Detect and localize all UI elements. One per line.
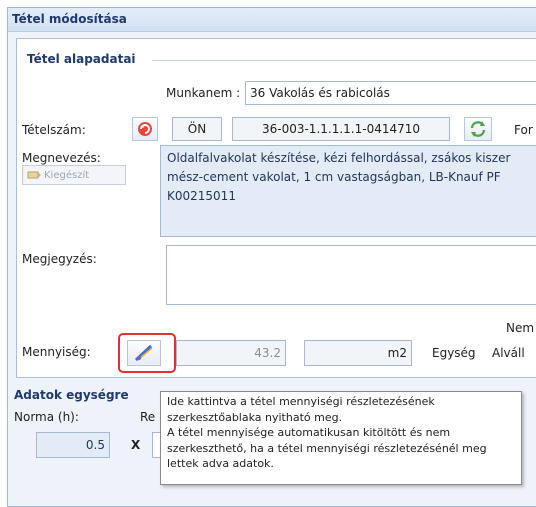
- pencil-icon: [27, 171, 41, 179]
- description-line: Oldalfalvakolat készítése, kézi felhordá…: [167, 151, 511, 165]
- egyseg-label: Egység: [432, 346, 476, 360]
- megnevezes-label: Megnevezés:: [22, 151, 101, 165]
- window-title: Tétel módosítása: [12, 12, 127, 26]
- measure-edit-icon: [134, 344, 153, 362]
- description-line: K00215011: [167, 189, 236, 203]
- tooltip-line: lettek adva adatok.: [167, 457, 274, 470]
- megjegyzes-label: Megjegyzés:: [22, 252, 97, 266]
- kiegeszit-button[interactable]: Kiegészít: [22, 165, 126, 185]
- mennyiseg-label: Mennyiség:: [22, 345, 91, 359]
- munkanem-field[interactable]: 36 Vakolás és rabicolás: [245, 81, 536, 105]
- norma-field[interactable]: 0.5: [36, 432, 110, 458]
- quantity-field[interactable]: 43.2: [176, 340, 286, 366]
- item-number-field[interactable]: 36-003-1.1.1.1.1-0414710: [232, 117, 450, 141]
- source-code-field[interactable]: ÖN: [172, 117, 222, 141]
- unit-data-legend: Adatok egységre: [14, 388, 129, 402]
- tooltip-line: Ide kattintva a tétel mennyiségi részlet…: [167, 395, 435, 408]
- quantity-details-tooltip: Ide kattintva a tétel mennyiségi részlet…: [160, 391, 522, 485]
- source-catalog-button[interactable]: [132, 117, 158, 141]
- megjegyzes-field[interactable]: [166, 245, 536, 305]
- description-line: mész-cement vakolat, 1 cm vastagságban, …: [167, 170, 501, 184]
- legend-divider: [152, 60, 536, 61]
- form-label-cut: For: [514, 123, 533, 137]
- refresh-button[interactable]: [464, 117, 492, 141]
- tooltip-line: A tétel mennyisége automatikusan kitöltö…: [167, 426, 451, 439]
- norma-label: Norma (h):: [14, 410, 79, 424]
- tooltip-line: szerkesztőablaka nyitható meg.: [167, 410, 343, 424]
- multiply-label: X: [131, 438, 141, 452]
- tooltip-line: szerkeszthető, ha a tétel mennyiségi rés…: [167, 441, 487, 455]
- basic-data-legend: Tétel alapadatai: [24, 52, 139, 66]
- nem-label-cut: Nem: [506, 321, 535, 335]
- description-field[interactable]: Oldalfalvakolat készítése, kézi felhordá…: [160, 145, 536, 237]
- re-label-cut: Re: [140, 410, 156, 424]
- quantity-details-button[interactable]: [127, 340, 161, 366]
- tetelszam-label: Tételszám:: [22, 123, 86, 137]
- source-catalog-icon: [138, 122, 152, 136]
- kiegeszit-label: Kiegészít: [44, 169, 90, 181]
- munkanem-label: Munkanem :: [166, 86, 241, 100]
- alvall-label-cut: Alváll: [492, 346, 525, 360]
- unit-field[interactable]: m2: [304, 340, 412, 366]
- refresh-icon: [470, 121, 486, 137]
